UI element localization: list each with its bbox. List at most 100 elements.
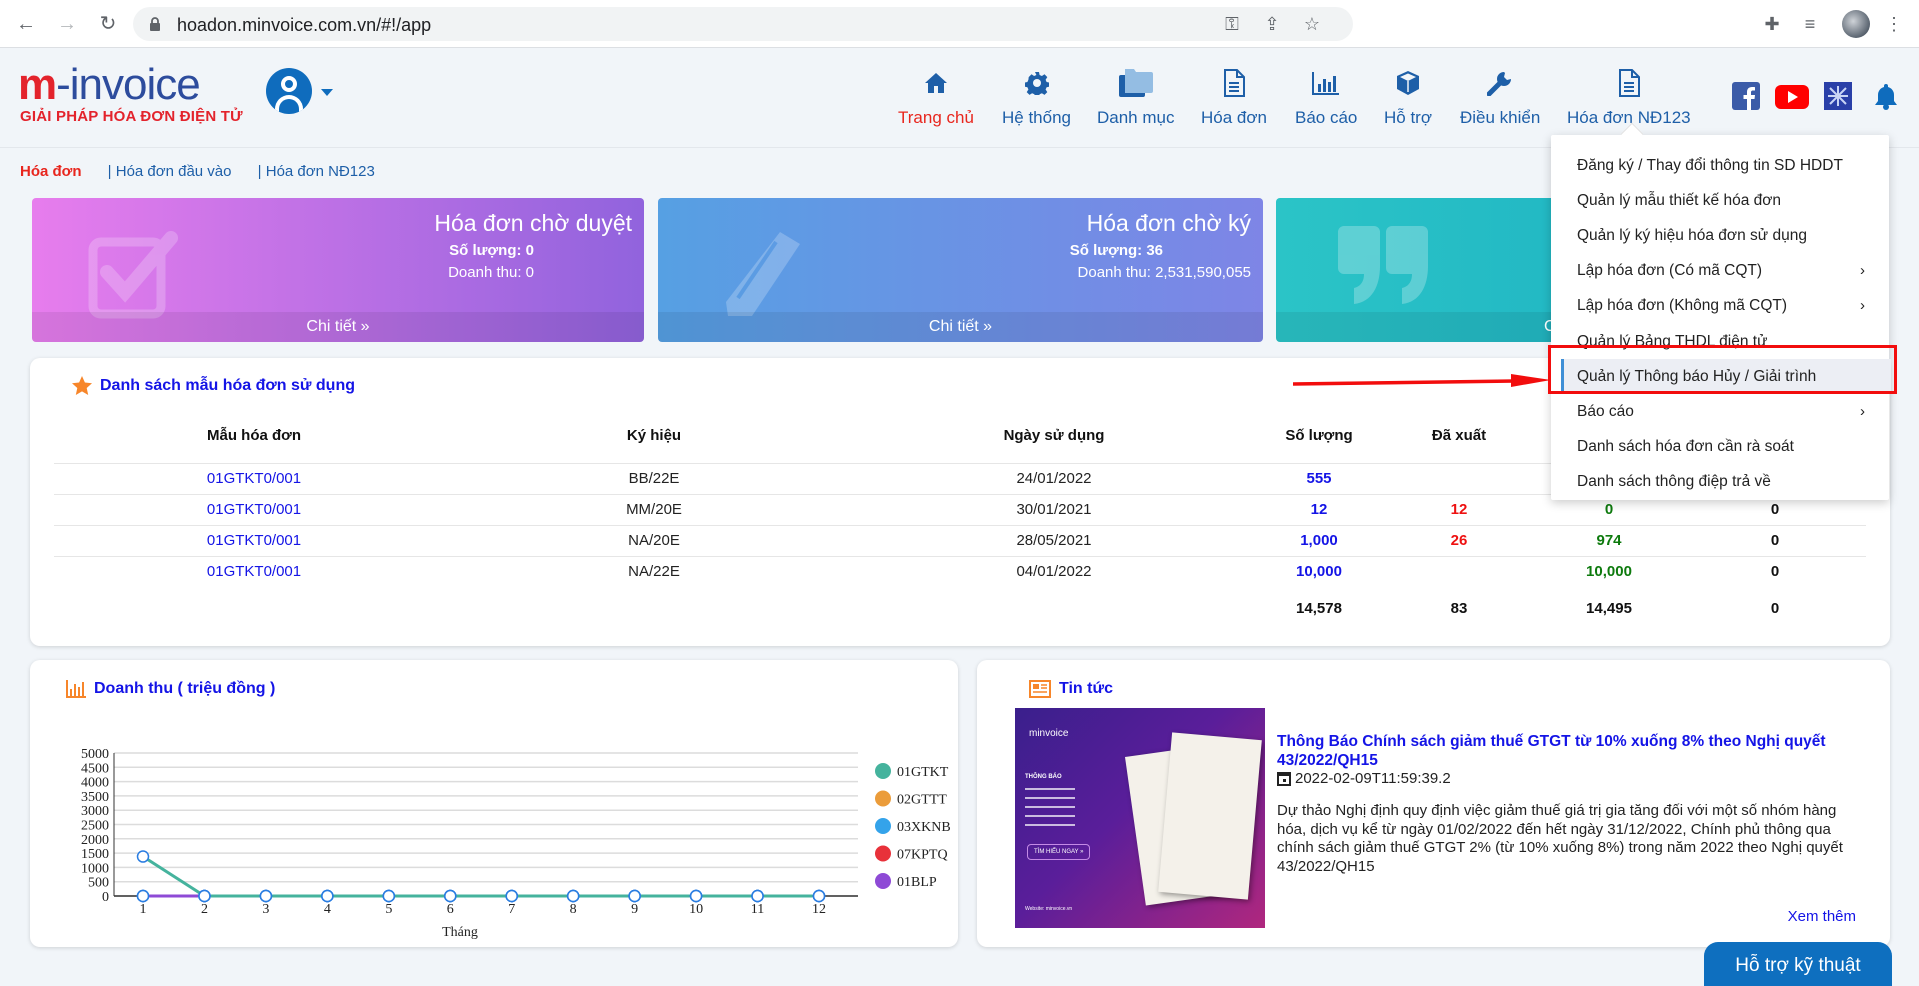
template-link[interactable]: 01GTKT0/001 <box>54 462 454 494</box>
template-link[interactable]: 01GTKT0/001 <box>54 493 454 525</box>
data-point-01BLP <box>382 889 396 903</box>
x-tick-label: 3 <box>262 902 269 917</box>
cell-quantity: 12 <box>1254 493 1384 525</box>
extensions-icon[interactable]: ✚ <box>1760 12 1784 36</box>
profile-avatar[interactable] <box>1842 10 1870 38</box>
forward-icon[interactable]: → <box>55 12 79 36</box>
key-icon[interactable]: ⚿ <box>1221 13 1243 35</box>
double-chevron-icon: » <box>983 318 993 335</box>
templates-title-text: Danh sách mẫu hóa đơn sử dụng <box>100 377 355 394</box>
stat-revenue: Doanh thu: 2,531,590,055 <box>1077 264 1251 281</box>
minvoice-icon[interactable] <box>1824 82 1852 110</box>
dropdown-item[interactable]: Báo cáo › <box>1551 394 1889 429</box>
breadcrumb-input-invoice[interactable]: | Hóa đơn đầu vào <box>108 163 232 180</box>
nav-label: Báo cáo <box>1295 108 1358 127</box>
wrench-icon <box>1487 72 1512 96</box>
stat-card-third: C <box>1276 198 1576 342</box>
nav-item-report[interactable]: Báo cáo <box>1295 68 1357 128</box>
stat-title: Hóa đơn chờ duyệt <box>434 210 632 236</box>
nav-item-catalog[interactable]: Danh mục <box>1097 68 1174 128</box>
thumbnail-website: Website: minvoice.vn <box>1025 906 1073 912</box>
dropdown-item[interactable]: Quản lý mẫu thiết kế hóa đơn <box>1551 183 1889 218</box>
x-tick-label: 1 <box>140 902 147 917</box>
youtube-icon[interactable] <box>1775 82 1809 110</box>
revenue-chart-panel: Doanh thu ( triệu đồng ) 0 500 1000 1500 200… <box>30 660 958 947</box>
data-point-01BLP <box>812 889 826 903</box>
breadcrumb-invoice[interactable]: Hóa đơn <box>20 163 82 180</box>
logo[interactable]: m-invoice GIẢI PHÁP HÓA ĐƠN ĐIỆN TỬ <box>18 60 243 128</box>
nd123-dropdown-menu: Đăng ký / Thay đổi thông tin SD HDDT Quản… <box>1551 122 1891 500</box>
legend-label: 01BLP <box>897 875 937 890</box>
news-headline-link[interactable]: Thông Báo Chính sách giảm thuế GTGT từ 1… <box>1277 732 1837 770</box>
url-text[interactable]: hoadon.minvoice.com.vn/#!/app <box>177 15 431 36</box>
user-caret-icon[interactable] <box>321 89 333 96</box>
data-point-01GTKT <box>136 850 150 863</box>
template-link[interactable]: 01GTKT0/001 <box>54 524 454 556</box>
table-row: 01GTKT0/001 NA/20E 28/05/2021 1,000 26 9… <box>54 524 1866 556</box>
dropdown-item-label: Quản lý ký hiệu hóa đơn sử dụng <box>1577 227 1807 245</box>
nav-item-home[interactable]: Trang chủ <box>898 68 974 128</box>
details-label: Chi tiết <box>306 318 357 335</box>
star-icon <box>72 376 92 395</box>
nav-item-control[interactable]: Điều khiển <box>1460 68 1540 128</box>
chevron-right-icon: › <box>1860 297 1865 315</box>
data-point-01BLP <box>566 889 580 903</box>
legend-marker <box>875 790 891 807</box>
stat-title: Hóa đơn chờ ký <box>1086 210 1251 236</box>
y-tick-label: 500 <box>88 876 109 891</box>
y-tick-label: 1000 <box>81 861 109 876</box>
nav-item-invoice-nd123[interactable]: Hóa đơn NĐ123 <box>1567 68 1691 128</box>
tech-support-button[interactable]: Hỗ trợ kỹ thuật <box>1704 942 1892 986</box>
details-link[interactable]: Chi tiết » <box>658 312 1263 342</box>
template-link[interactable]: 01GTKT0/001 <box>54 555 454 587</box>
y-tick-label: 0 <box>102 890 109 905</box>
dropdown-item[interactable]: Danh sách hóa đơn cần rà soát <box>1551 429 1889 464</box>
logo-text: -invoice <box>56 60 201 109</box>
revenue-line-chart: 0500100015002000250030003500400045005000… <box>81 747 951 940</box>
details-link[interactable]: C <box>1276 312 1576 342</box>
cell-date: 28/05/2021 <box>854 524 1254 556</box>
nav-item-support[interactable]: Hỗ trợ <box>1384 68 1432 128</box>
nav-item-system[interactable]: Hệ thống <box>1002 68 1071 128</box>
dropdown-item-label: Danh sách hóa đơn cần rà soát <box>1577 437 1794 455</box>
y-tick-label: 2000 <box>81 833 109 848</box>
checkbox-icon <box>88 231 178 319</box>
facebook-icon[interactable] <box>1732 82 1760 110</box>
dropdown-item[interactable]: Đăng ký / Thay đổi thông tin SD HDDT <box>1551 148 1889 183</box>
nav-label: Điều khiển <box>1460 108 1541 127</box>
cell-quantity: 1,000 <box>1254 524 1384 556</box>
address-bar[interactable]: hoadon.minvoice.com.vn/#!/app ⚿ ⇪ ☆ <box>133 7 1353 41</box>
y-tick-label: 4000 <box>81 776 109 791</box>
thumbnail-cta: TÌM HIỂU NGAY » <box>1027 844 1091 860</box>
star-icon[interactable]: ☆ <box>1301 13 1323 35</box>
cell-issued <box>1384 555 1534 587</box>
legend-label: 07KPTQ <box>897 848 948 863</box>
data-point-01BLP <box>321 889 334 903</box>
cell-symbol: BB/22E <box>454 462 854 494</box>
menu-icon[interactable]: ⋮ <box>1882 12 1906 36</box>
breadcrumb-invoice-nd123[interactable]: | Hóa đơn NĐ123 <box>258 163 375 180</box>
news-title-text: Tin tức <box>1059 680 1113 697</box>
folder-icon <box>1118 69 1153 97</box>
nav-label: Danh mục <box>1097 108 1175 127</box>
bell-icon[interactable] <box>1872 82 1900 110</box>
see-more-link[interactable]: Xem thêm <box>1788 908 1856 925</box>
dropdown-item[interactable]: Lập hóa đơn (Có mã CQT) › <box>1551 253 1889 288</box>
share-icon[interactable]: ⇪ <box>1261 13 1283 35</box>
news-thumbnail[interactable]: minvoice THÔNG BÁO TÌM HIỂU NGAY » Websi… <box>1015 708 1265 928</box>
media-icon[interactable]: ≡ <box>1798 12 1822 36</box>
back-icon[interactable]: ← <box>14 12 38 36</box>
details-link[interactable]: Chi tiết » <box>32 312 644 342</box>
nav-label: Hỗ trợ <box>1384 108 1432 127</box>
nav-item-invoice[interactable]: Hóa đơn <box>1201 68 1267 128</box>
dropdown-item[interactable]: Quản lý ký hiệu hóa đơn sử dụng <box>1551 218 1889 253</box>
reload-icon[interactable]: ↻ <box>96 12 120 36</box>
y-tick-label: 1500 <box>81 847 109 862</box>
pencil-icon <box>726 232 800 316</box>
user-avatar[interactable] <box>266 68 312 114</box>
dropdown-item[interactable]: Danh sách thông điệp trả về <box>1551 464 1889 499</box>
dropdown-item[interactable]: Lập hóa đơn (Không mã CQT) › <box>1551 288 1889 323</box>
news-excerpt: Dự thảo Nghị định quy định việc giảm thu… <box>1277 802 1843 875</box>
y-tick-label: 2500 <box>81 819 109 834</box>
cube-icon <box>1397 71 1419 95</box>
